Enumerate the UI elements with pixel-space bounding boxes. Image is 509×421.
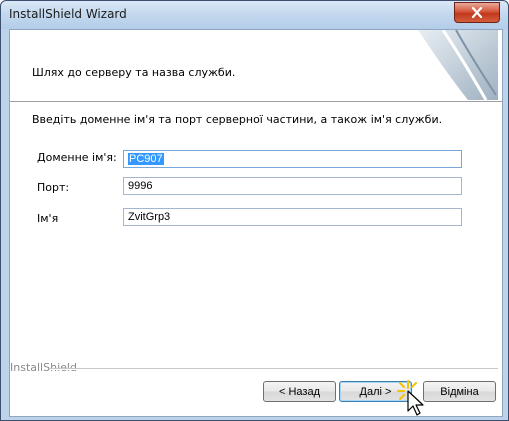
domain-label: Доменне ім'я: — [37, 151, 117, 164]
service-name-input[interactable]: ZvitGrp3 — [123, 208, 462, 226]
header-text: Шлях до серверу та назва служби. — [32, 66, 236, 79]
domain-value: PC907 — [128, 153, 164, 165]
installshield-window: InstallShield Wizard Шлях до серверу та … — [0, 0, 509, 421]
wizard-client-area: Шлях до серверу та назва служби. Введіть… — [9, 29, 503, 417]
window-title: InstallShield Wizard — [9, 7, 127, 21]
service-name-value: ZvitGrp3 — [128, 211, 171, 223]
wizard-content: Введіть доменне ім'я та порт серверної ч… — [10, 102, 502, 416]
title-bar[interactable]: InstallShield Wizard — [1, 1, 508, 29]
instruction-text: Введіть доменне ім'я та порт серверної ч… — [32, 113, 443, 126]
footer-divider — [50, 368, 498, 370]
wizard-header: Шлях до серверу та назва служби. — [10, 30, 502, 102]
name-label: Ім'я — [37, 212, 59, 225]
port-label: Порт: — [37, 181, 70, 194]
port-input[interactable]: 9996 — [123, 177, 462, 195]
mouse-cursor-icon — [397, 380, 424, 416]
close-button[interactable] — [454, 2, 500, 23]
port-value: 9996 — [128, 180, 153, 192]
back-button[interactable]: < Назад — [263, 381, 336, 402]
installshield-graphic — [418, 30, 498, 100]
domain-input[interactable]: PC907 — [123, 150, 462, 168]
close-icon — [471, 7, 483, 18]
